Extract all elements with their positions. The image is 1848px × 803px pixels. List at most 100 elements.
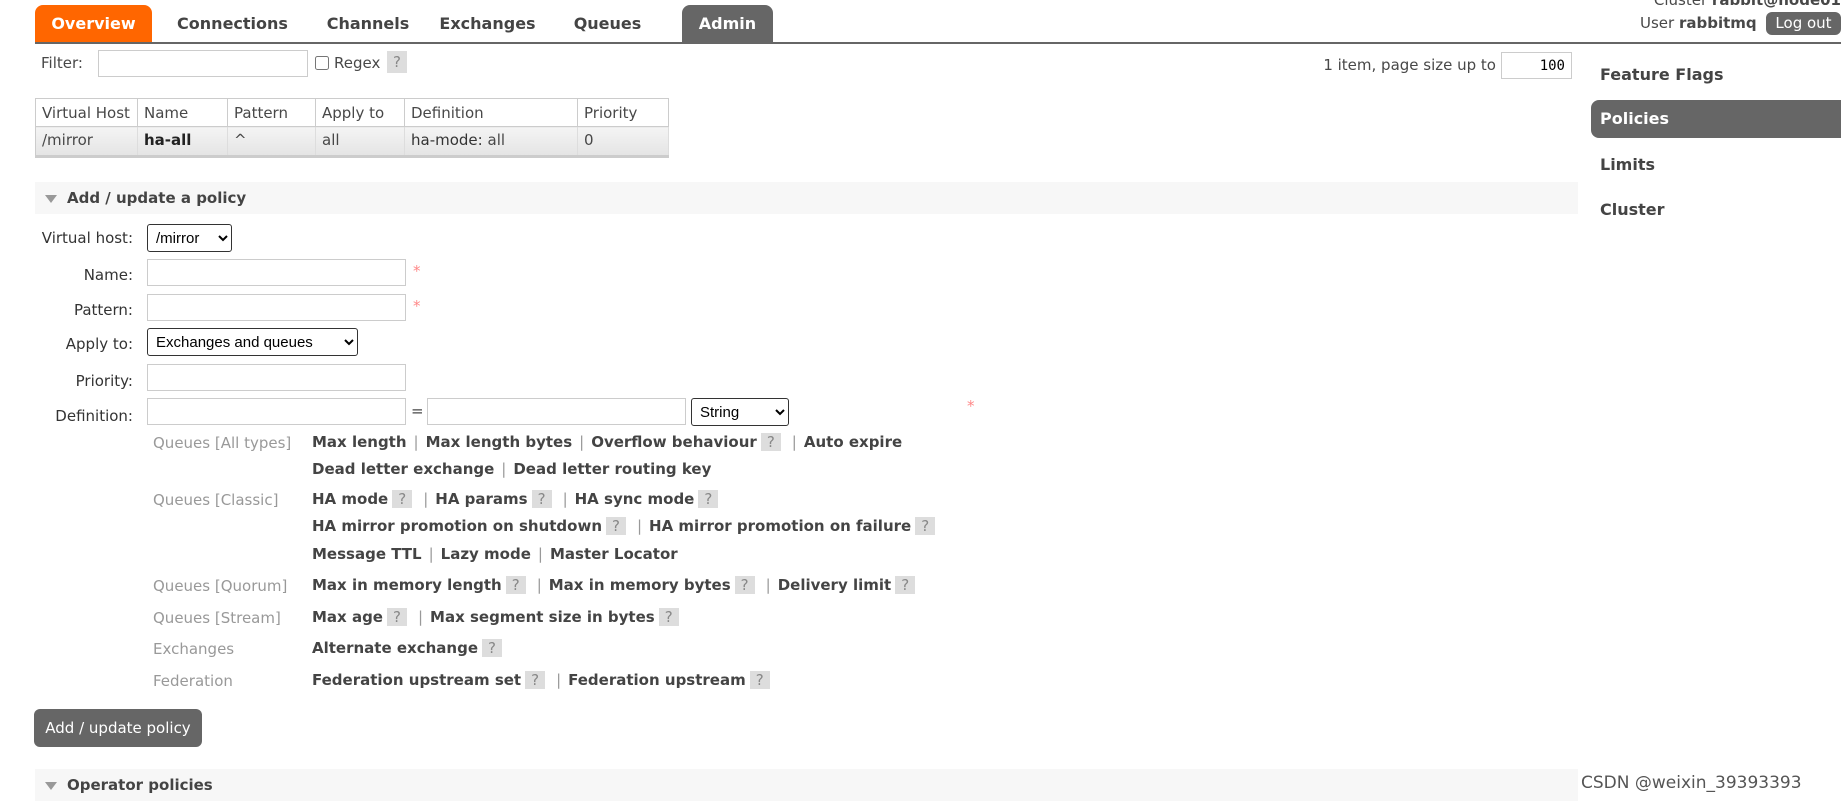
pattern-input[interactable] [147,294,406,321]
shortcut-link[interactable]: Alternate exchange [312,639,478,657]
col-apply-to[interactable]: Apply to [315,98,405,127]
shortcut-link[interactable]: Message TTL [312,545,422,563]
shortcut-link[interactable]: Max in memory bytes [549,576,731,594]
shortcut-link[interactable]: Dead letter routing key [513,460,711,478]
operator-policies-section-toggle[interactable]: Operator policies [35,769,1578,801]
help-button[interactable]: ? [525,671,546,689]
definition-value-input[interactable] [427,398,686,425]
shortcut-link[interactable]: Dead letter exchange [312,460,494,478]
col-definition[interactable]: Definition [404,98,578,127]
tab-exchanges[interactable]: Exchanges [430,5,545,42]
shortcut-link[interactable]: Max length [312,433,407,451]
shortcut-link[interactable]: HA mirror promotion on shutdown [312,517,602,535]
separator: | [428,545,434,563]
shortcut-line: Max in memory length? | Max in memory byte… [312,576,919,594]
shortcut-line: Federation upstream set? | Federation upst… [312,671,774,689]
equals-sign: = [411,402,424,420]
regex-label: Regex [334,54,381,72]
col-priority[interactable]: Priority [577,98,669,127]
separator: | [423,490,429,508]
help-button[interactable]: ? [698,490,719,508]
priority-input[interactable] [147,364,406,391]
sidebar-item-limits[interactable]: Limits [1591,146,1841,184]
regex-help-button[interactable]: ? [387,51,407,73]
category-label: Federation [153,672,233,690]
definition-key-input[interactable] [147,398,406,425]
category-label: Exchanges [153,640,235,658]
shortcut-link[interactable]: Auto expire [804,433,902,451]
logout-button[interactable]: Log out [1766,12,1841,35]
regex-checkbox[interactable] [315,56,329,70]
tab-channels[interactable]: Channels [318,5,418,42]
separator: | [413,433,419,451]
shortcut-link[interactable]: Overflow behaviour [591,433,757,451]
separator: | [556,671,562,689]
filter-label: Filter: [41,54,83,72]
shortcut-link[interactable]: HA sync mode [575,490,695,508]
add-update-policy-button[interactable]: Add / update policy [34,709,202,747]
help-button[interactable]: ? [386,608,407,626]
category-label: Queues [Stream] [153,609,281,627]
cluster-info: Cluster rabbit@node01 [1654,0,1841,9]
shortcut-link[interactable]: Master Locator [550,545,678,563]
shortcut-link[interactable]: Max length bytes [426,433,573,451]
help-button[interactable]: ? [482,639,502,657]
name-input[interactable] [147,259,406,286]
help-button[interactable]: ? [915,517,936,535]
separator: | [501,460,507,478]
page-size-input[interactable] [1501,52,1572,79]
col-name[interactable]: Name [137,98,228,127]
cluster-value: rabbit@node01 [1711,0,1841,9]
help-button[interactable]: ? [392,490,413,508]
shortcut-link[interactable]: Lazy mode [441,545,531,563]
definition-type-select[interactable]: String [691,398,789,426]
pattern-required-marker: * [413,297,421,315]
category-label: Queues [Classic] [153,491,279,509]
separator: | [536,576,542,594]
add-policy-section-toggle[interactable]: Add / update a policy [35,182,1578,214]
cell-pattern: ^ [227,126,316,158]
user-info: User rabbitmq [1640,14,1757,32]
shortcut-link[interactable]: Max segment size in bytes [430,608,655,626]
shortcut-link[interactable]: HA mode [312,490,388,508]
col-vhost[interactable]: Virtual Host [35,98,138,127]
tab-divider [35,42,1841,44]
cell-name[interactable]: ha-all [137,126,228,158]
shortcut-link[interactable]: Max in memory length [312,576,502,594]
shortcut-link[interactable]: Delivery limit [778,576,891,594]
table-row[interactable]: /mirror ha-all ^ all ha-mode: all 0 [35,126,669,158]
shortcut-line: Max age? | Max segment size in bytes? [312,608,683,626]
shortcut-link[interactable]: Max age [312,608,383,626]
help-button[interactable]: ? [606,517,626,535]
shortcut-line: Alternate exchange? [312,639,506,657]
tab-admin[interactable]: Admin [682,5,773,42]
shortcut-link[interactable]: HA mirror promotion on failure [649,517,911,535]
help-button[interactable]: ? [531,490,552,508]
apply-to-select[interactable]: Exchanges and queues [147,328,358,356]
cell-priority: 0 [577,126,669,158]
help-button[interactable]: ? [505,576,526,594]
sidebar-item-policies[interactable]: Policies [1591,100,1841,138]
help-button[interactable]: ? [749,671,770,689]
tab-connections[interactable]: Connections [165,5,300,42]
vhost-select[interactable]: /mirror [147,224,232,252]
priority-label: Priority: [75,372,133,390]
separator: | [791,433,797,451]
pattern-label: Pattern: [73,301,133,319]
cell-vhost: /mirror [35,126,138,158]
tab-overview[interactable]: Overview [35,5,152,42]
definition-label: Definition: [55,407,133,425]
sidebar-item-cluster[interactable]: Cluster [1591,191,1841,229]
help-button[interactable]: ? [895,576,916,594]
vhost-label: Virtual host: [41,229,133,247]
tab-queues[interactable]: Queues [560,5,655,42]
shortcut-link[interactable]: HA params [435,490,527,508]
col-pattern[interactable]: Pattern [227,98,316,127]
filter-input[interactable] [98,50,308,77]
shortcut-link[interactable]: Federation upstream set [312,671,521,689]
help-button[interactable]: ? [734,576,755,594]
sidebar-item-feature-flags[interactable]: Feature Flags [1591,56,1841,94]
help-button[interactable]: ? [658,608,679,626]
shortcut-link[interactable]: Federation upstream [568,671,746,689]
help-button[interactable]: ? [760,433,781,451]
